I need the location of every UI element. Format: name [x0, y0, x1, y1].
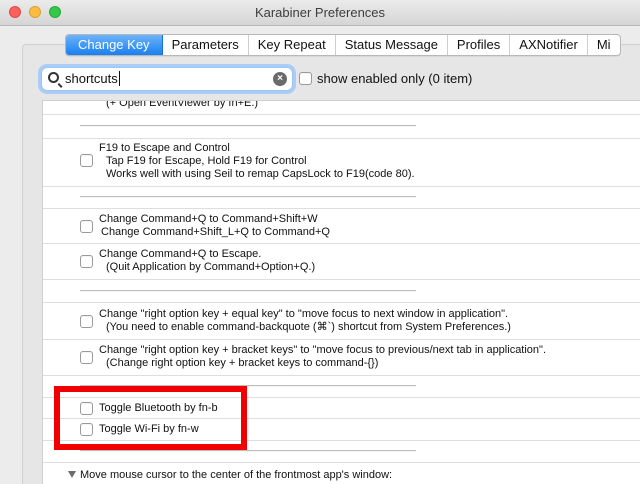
clear-icon[interactable]: ×	[273, 72, 287, 86]
item-text: Change "right option key + bracket keys"…	[99, 344, 546, 370]
item-title: Toggle Wi-Fi by fn-w	[99, 423, 199, 435]
disclosure-triangle-icon[interactable]	[68, 471, 76, 478]
list-item[interactable]: Toggle Bluetooth by fn-b	[43, 398, 640, 419]
item-line: Change Command+Shift_L+Q to Command+Q	[101, 226, 330, 238]
separator-line	[80, 125, 416, 127]
show-enabled-only-checkbox[interactable]	[299, 72, 312, 85]
item-title: Change "right option key + bracket keys"…	[99, 344, 547, 356]
item-checkbox[interactable]	[80, 315, 93, 328]
group-separator	[43, 441, 640, 463]
item-title: Change Command+Q to Command+Shift+W	[99, 213, 318, 225]
search-field[interactable]: shortcuts ×	[41, 67, 293, 91]
item-checkbox[interactable]	[80, 255, 93, 268]
group-separator	[43, 280, 640, 303]
item-line: (You need to enable command-backquote (⌘…	[106, 321, 511, 333]
tab-profiles[interactable]: Profiles	[448, 35, 511, 55]
list-item[interactable]: Toggle Wi-Fi by fn-w	[43, 419, 640, 441]
group-separator	[43, 187, 640, 209]
list-item[interactable]: Change Command+Q to Escape. (Quit Applic…	[43, 244, 640, 280]
item-title: Change "right option key + equal key" to…	[99, 308, 509, 320]
tab-misc[interactable]: Mi	[588, 35, 620, 55]
item-line: Works well with using Seil to remap Caps…	[106, 168, 415, 180]
item-text: (+ Open EventViewer by fn+E.)	[99, 100, 259, 110]
item-checkbox[interactable]	[80, 423, 93, 436]
item-line: (Quit Application by Command+Option+Q.)	[106, 261, 316, 273]
item-line: Tap F19 for Escape, Hold F19 for Control	[106, 155, 307, 167]
separator-line	[80, 450, 416, 452]
item-text: Change Command+Q to Command+Shift+W Chan…	[99, 213, 330, 239]
list-item: (+ Open EventViewer by fn+E.)	[43, 101, 640, 115]
group-separator	[43, 376, 640, 398]
item-text: Change "right option key + equal key" to…	[99, 308, 511, 334]
tab-parameters[interactable]: Parameters	[163, 35, 249, 55]
search-input[interactable]: shortcuts	[65, 71, 120, 86]
tab-status-message[interactable]: Status Message	[336, 35, 448, 55]
item-text: F19 to Escape and Control Tap F19 for Es…	[99, 142, 415, 181]
item-checkbox[interactable]	[80, 351, 93, 364]
list-item[interactable]: F19 to Escape and Control Tap F19 for Es…	[43, 139, 640, 187]
search-icon	[48, 72, 59, 83]
separator-line	[80, 385, 416, 387]
item-title: F19 to Escape and Control	[99, 142, 230, 154]
group-separator	[43, 115, 640, 139]
item-line: (Change right option key + bracket keys …	[106, 357, 379, 369]
tab-key-repeat[interactable]: Key Repeat	[249, 35, 336, 55]
separator-line	[80, 196, 416, 198]
item-text: Change Command+Q to Escape. (Quit Applic…	[99, 248, 315, 274]
item-checkbox[interactable]	[80, 154, 93, 167]
list-item[interactable]: Change Command+Q to Command+Shift+W Chan…	[43, 209, 640, 244]
item-checkbox[interactable]	[80, 402, 93, 415]
text-caret	[118, 71, 120, 86]
list-item[interactable]: Change "right option key + bracket keys"…	[43, 340, 640, 376]
separator-line	[80, 290, 416, 292]
list-item[interactable]: Change "right option key + equal key" to…	[43, 303, 640, 340]
tab-change-key[interactable]: Change Key	[66, 35, 163, 55]
tab-axnotifier[interactable]: AXNotifier	[510, 35, 588, 55]
group-header-label: Move mouse cursor to the center of the f…	[80, 469, 393, 481]
tab-bar: Change Key Parameters Key Repeat Status …	[65, 34, 621, 56]
title-bar: Karabiner Preferences	[0, 0, 640, 26]
settings-list: (+ Open EventViewer by fn+E.) F19 to Esc…	[42, 100, 640, 484]
item-line: (+ Open EventViewer by fn+E.)	[106, 100, 259, 109]
item-checkbox[interactable]	[80, 220, 93, 233]
item-text: Toggle Bluetooth by fn-b	[99, 402, 218, 415]
search-value: shortcuts	[65, 71, 118, 86]
show-enabled-only-toggle[interactable]: show enabled only (0 item)	[299, 71, 472, 86]
item-title: Toggle Bluetooth by fn-b	[99, 402, 218, 414]
window-title: Karabiner Preferences	[254, 5, 386, 20]
group-header[interactable]: Move mouse cursor to the center of the f…	[43, 463, 640, 484]
item-text: Toggle Wi-Fi by fn-w	[99, 423, 199, 436]
show-enabled-only-label: show enabled only (0 item)	[317, 71, 473, 86]
item-title: Change Command+Q to Escape.	[99, 248, 262, 260]
